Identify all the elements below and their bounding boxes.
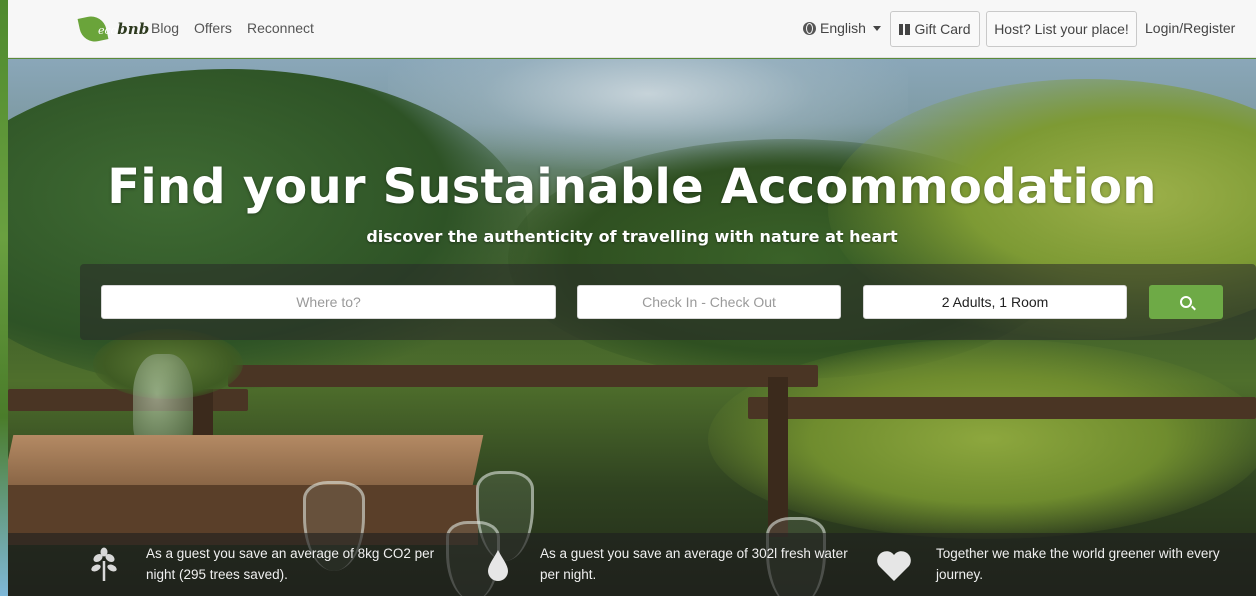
destination-input[interactable]: Where to? (101, 285, 556, 319)
sprout-icon (91, 547, 117, 581)
fence-rail (748, 397, 1256, 419)
fence-rail (228, 365, 818, 387)
gift-icon (899, 23, 911, 35)
stat-co2-text: As a guest you save an average of 8kg CO… (146, 546, 435, 582)
nav-link-blog[interactable]: Blog (151, 20, 179, 36)
hero-section: Find your Sustainable Accommodation disc… (8, 59, 1256, 596)
login-register-link[interactable]: Login/Register (1145, 20, 1235, 36)
stat-water-text: As a guest you save an average of 302l f… (540, 546, 848, 582)
window-edge (0, 0, 8, 596)
impact-stats-bar: As a guest you save an average of 8kg CO… (8, 533, 1256, 596)
nav-link-reconnect[interactable]: Reconnect (247, 20, 314, 36)
hero-subtitle: discover the authenticity of travelling … (366, 227, 898, 246)
search-panel: Where to? Check In - Check Out 2 Adults,… (80, 264, 1256, 340)
language-label: English (820, 20, 866, 36)
heart-icon (877, 551, 911, 581)
stat-greener-text: Together we make the world greener with … (936, 546, 1220, 582)
gift-card-label: Gift Card (914, 21, 971, 37)
nav-link-offers[interactable]: Offers (194, 20, 232, 36)
search-button[interactable] (1149, 285, 1223, 319)
gift-card-button[interactable]: Gift Card (890, 11, 980, 47)
water-drop-icon (488, 550, 508, 581)
ecobnb-logo[interactable]: ecobnb (77, 12, 149, 46)
hero-title: Find your Sustainable Accommodation (107, 159, 1157, 215)
language-selector[interactable]: English (803, 20, 881, 36)
date-range-input[interactable]: Check In - Check Out (577, 285, 841, 319)
fence-post (768, 377, 788, 537)
wooden-table (8, 435, 484, 485)
logo-wordmark: ecobnb (98, 20, 150, 38)
globe-icon (803, 21, 816, 35)
caret-down-icon (872, 25, 881, 31)
host-list-place-button[interactable]: Host? List your place! (986, 11, 1137, 47)
search-icon (1180, 296, 1192, 308)
top-navbar: ecobnb Blog Offers Reconnect English Gif… (8, 0, 1256, 58)
guests-rooms-selector[interactable]: 2 Adults, 1 Room (863, 285, 1127, 319)
